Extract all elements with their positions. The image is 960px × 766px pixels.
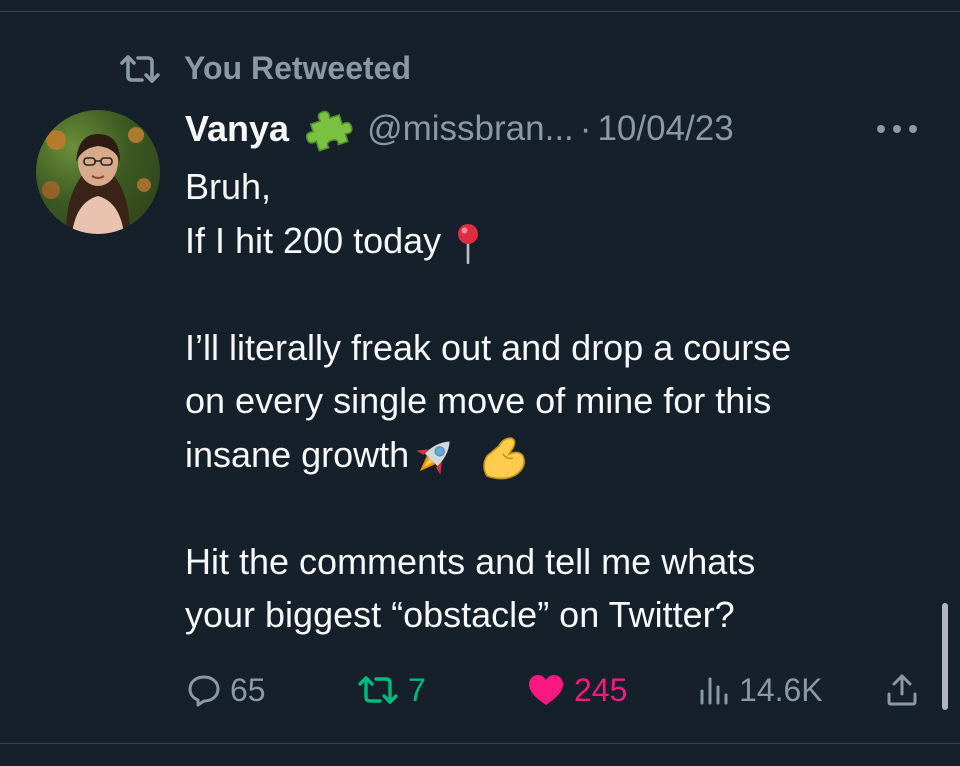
views-button[interactable]: 14.6K xyxy=(697,668,823,712)
views-count: 14.6K xyxy=(739,671,823,708)
tweet-text: Bruh, If I hit 200 today I’ll literally … xyxy=(185,160,945,642)
tweet-line: Hit the comments and tell me whats xyxy=(185,540,756,582)
share-button[interactable] xyxy=(884,668,928,712)
retweet-context-label: You Retweeted xyxy=(184,50,411,86)
like-button[interactable]: 245 xyxy=(526,668,627,712)
display-name[interactable]: Vanya xyxy=(185,108,289,150)
action-bar: 65 7 245 14.6K xyxy=(0,668,960,712)
share-icon xyxy=(887,674,917,706)
tweet-line: I’ll literally freak out and drop a cour… xyxy=(185,326,792,368)
retweet-context[interactable]: You Retweeted xyxy=(118,50,411,87)
avatar[interactable] xyxy=(36,110,160,234)
tweet-line: on every single move of mine for this xyxy=(185,380,772,421)
heart-icon xyxy=(529,675,563,705)
retweet-icon xyxy=(358,676,398,704)
separator-dot: · xyxy=(579,109,592,148)
more-options-icon[interactable] xyxy=(874,118,920,140)
analytics-icon xyxy=(700,677,728,705)
tweet-line: insane growth xyxy=(185,433,410,475)
tweet-frame: You Retweeted Vanya @missbran... · 10/04… xyxy=(0,0,960,766)
pinching-hand-icon xyxy=(483,437,526,480)
puzzle-piece-icon xyxy=(305,110,353,152)
like-count: 245 xyxy=(574,671,628,708)
retweet-icon xyxy=(120,54,160,83)
rocket-icon xyxy=(416,441,450,475)
scrollbar[interactable] xyxy=(942,603,948,710)
reply-button[interactable]: 65 xyxy=(186,668,266,712)
avatar-image xyxy=(42,127,151,234)
retweet-count: 7 xyxy=(408,671,426,708)
tweet-header: Vanya @missbran... · 10/04/23 xyxy=(185,105,734,153)
tweet-line: your biggest “obstacle” on Twitter? xyxy=(185,594,735,635)
bottom-divider xyxy=(0,743,960,744)
top-divider xyxy=(0,11,960,12)
tweet-date[interactable]: 10/04/23 xyxy=(597,109,733,149)
retweet-button[interactable]: 7 xyxy=(356,668,426,712)
reply-icon xyxy=(188,675,220,707)
tweet-line: Bruh, xyxy=(185,166,272,207)
tweet-line: If I hit 200 today xyxy=(185,219,442,261)
reply-count: 65 xyxy=(230,671,266,708)
round-pushpin-icon xyxy=(458,223,479,264)
author-handle[interactable]: @missbran... xyxy=(367,109,574,149)
